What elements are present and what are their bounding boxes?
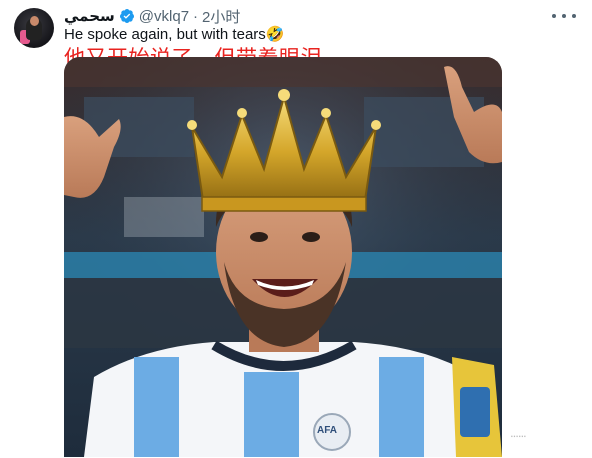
tweet-media-image[interactable]: AFA — [64, 57, 502, 457]
display-name[interactable]: سحمي — [64, 7, 115, 25]
avatar-face — [30, 16, 39, 26]
timestamp[interactable]: 2小时 — [202, 6, 240, 27]
watermark-dots-icon: ∙∙∙∙∙∙ — [510, 427, 527, 443]
tweet-text: He spoke again, but with tears🤣 — [64, 26, 285, 43]
user-handle[interactable]: @vklq7 — [139, 8, 189, 25]
verified-badge-icon — [119, 8, 135, 24]
avatar[interactable] — [14, 8, 54, 48]
tweet-card: سحمي @vklq7 · 2小时 He spoke again, but wi… — [0, 0, 592, 458]
tweet-header: سحمي @vklq7 · 2小时 — [64, 6, 240, 26]
header-separator: · — [193, 7, 199, 25]
jersey-badge-text: AFA — [317, 425, 337, 436]
more-options-icon[interactable] — [552, 6, 576, 26]
